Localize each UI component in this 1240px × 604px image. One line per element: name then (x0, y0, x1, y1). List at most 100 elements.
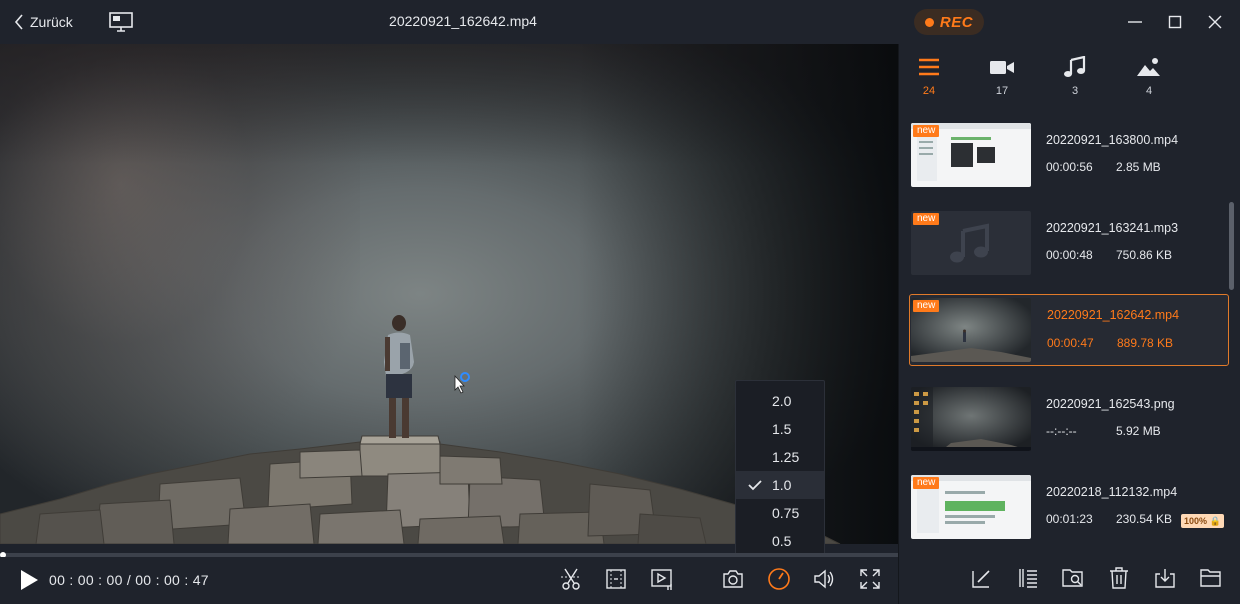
filter-tab-images[interactable]: 4 (1119, 56, 1179, 97)
file-size: 2.85 MB (1116, 160, 1161, 174)
new-badge: new (913, 125, 940, 137)
file-size: 889.78 KB (1117, 336, 1174, 350)
player-controls: 00 : 00 : 00 / 00 : 00 : 47 (0, 557, 898, 604)
close-icon (1208, 15, 1222, 29)
list-item[interactable]: new 20220218_112132.mp4 00:01:23 230.54 … (909, 471, 1229, 543)
filter-tab-audio[interactable]: 3 (1045, 56, 1105, 97)
edit-button[interactable] (970, 566, 994, 590)
speed-option[interactable]: 0.75 (736, 499, 824, 527)
scrollbar[interactable] (1229, 202, 1234, 290)
crop-button[interactable] (604, 567, 628, 591)
play-button[interactable] (18, 568, 40, 597)
record-dot-icon (924, 17, 934, 27)
export-button[interactable] (1153, 566, 1177, 590)
loading-ring-icon (460, 372, 470, 382)
file-title: 20220921_162642.mp4 (389, 13, 537, 29)
find-file-button[interactable] (1061, 566, 1085, 590)
fullscreen-icon (860, 569, 880, 589)
filter-count: 3 (1071, 85, 1079, 97)
list-item[interactable]: new 20220921_163241.mp3 00:00:48 750.86 … (909, 207, 1229, 279)
file-thumbnail: new (911, 211, 1031, 275)
bottom-toolbar (899, 556, 1240, 604)
rec-label: REC (939, 13, 974, 31)
monitor-icon[interactable] (108, 11, 134, 33)
person-figure (384, 315, 414, 438)
play-list-button[interactable] (650, 567, 674, 591)
speed-option[interactable]: 1.25 (736, 443, 824, 471)
cut-button[interactable] (559, 567, 583, 591)
edit-icon (972, 570, 990, 588)
speed-option-selected[interactable]: 1.0 (736, 471, 824, 499)
minimize-icon (1128, 21, 1142, 23)
rec-button[interactable]: REC (914, 9, 984, 35)
new-badge: new (913, 477, 940, 489)
open-folder-button[interactable] (1199, 566, 1223, 590)
delete-button[interactable] (1107, 566, 1131, 590)
all-list-icon (919, 58, 939, 76)
file-duration: 00:00:48 (1046, 248, 1093, 262)
lock-percent-badge: 100% 🔒 (1181, 514, 1224, 528)
filter-count: 17 (995, 85, 1009, 97)
file-size: 750.86 KB (1116, 248, 1173, 262)
speed-option[interactable]: 0.5 (736, 527, 824, 555)
maximize-icon (1168, 15, 1182, 29)
sort-icon (1019, 569, 1037, 588)
mouse-cursor-icon (454, 374, 465, 394)
close-button[interactable] (1205, 12, 1225, 32)
screenshot-button[interactable] (721, 567, 745, 591)
music-icon (1064, 56, 1086, 77)
file-thumbnail: new (911, 123, 1031, 187)
file-duration: 00:01:23 (1046, 512, 1093, 526)
file-size: 5.92 MB (1116, 424, 1161, 438)
new-badge: new (913, 213, 940, 225)
fullscreen-button[interactable] (858, 567, 882, 591)
speed-menu: 2.0 1.5 1.25 1.0 0.75 0.5 (735, 380, 825, 555)
speed-button[interactable] (767, 567, 791, 591)
file-name: 20220921_162642.mp4 (1047, 308, 1180, 322)
list-item[interactable]: new 20220921_163800.mp4 00:00:56 2.85 MB (909, 119, 1229, 191)
back-button[interactable]: Zurück (14, 12, 73, 32)
file-thumbnail (911, 387, 1031, 451)
check-icon (748, 480, 762, 491)
play-icon (21, 570, 38, 590)
speed-option[interactable]: 2.0 (736, 387, 824, 415)
cut-icon (561, 568, 581, 590)
speed-option-label: 1.0 (772, 477, 792, 493)
chevron-left-icon (14, 14, 23, 30)
percent-label: 100% (1184, 516, 1208, 526)
image-icon (1137, 58, 1160, 76)
export-icon (1155, 569, 1175, 588)
speed-icon (768, 568, 790, 590)
file-name: 20220218_112132.mp4 (1046, 485, 1178, 499)
file-list: new 20220921_163800.mp4 00:00:56 2.85 MB… (909, 119, 1229, 559)
file-name: 20220921_162543.png (1046, 397, 1175, 411)
file-thumbnail: new (911, 298, 1031, 362)
sort-button[interactable] (1016, 566, 1040, 590)
lock-icon: 🔒 (1207, 516, 1221, 526)
timecode: 00 : 00 : 00 / 00 : 00 : 47 (49, 572, 209, 588)
delete-icon (1110, 567, 1128, 589)
speed-option[interactable]: 1.5 (736, 415, 824, 443)
file-thumbnail: new (911, 475, 1031, 539)
filter-tab-video[interactable]: 17 (972, 56, 1032, 97)
folder-search-icon (1062, 569, 1083, 587)
file-duration: --:--:-- (1046, 424, 1077, 438)
play-list-icon (651, 569, 672, 590)
volume-button[interactable] (812, 567, 836, 591)
file-name: 20220921_163241.mp3 (1046, 221, 1179, 235)
back-label: Zurück (30, 14, 73, 30)
minimize-button[interactable] (1125, 12, 1145, 32)
file-size: 230.54 KB (1116, 512, 1173, 526)
new-badge: new (913, 300, 940, 312)
crop-icon (606, 569, 626, 589)
video-icon (990, 61, 1014, 74)
file-duration: 00:00:56 (1046, 160, 1093, 174)
list-item[interactable]: 20220921_162543.png --:--:-- 5.92 MB (909, 383, 1229, 455)
filter-tab-all[interactable]: 24 (899, 56, 959, 97)
file-duration: 00:00:47 (1047, 336, 1094, 350)
file-name: 20220921_163800.mp4 (1046, 133, 1179, 147)
filter-count: 4 (1145, 85, 1153, 97)
camera-icon (723, 570, 743, 588)
list-item-selected[interactable]: new 20220921_162642.mp4 00:00:47 889.78 … (909, 294, 1229, 366)
maximize-button[interactable] (1165, 12, 1185, 32)
